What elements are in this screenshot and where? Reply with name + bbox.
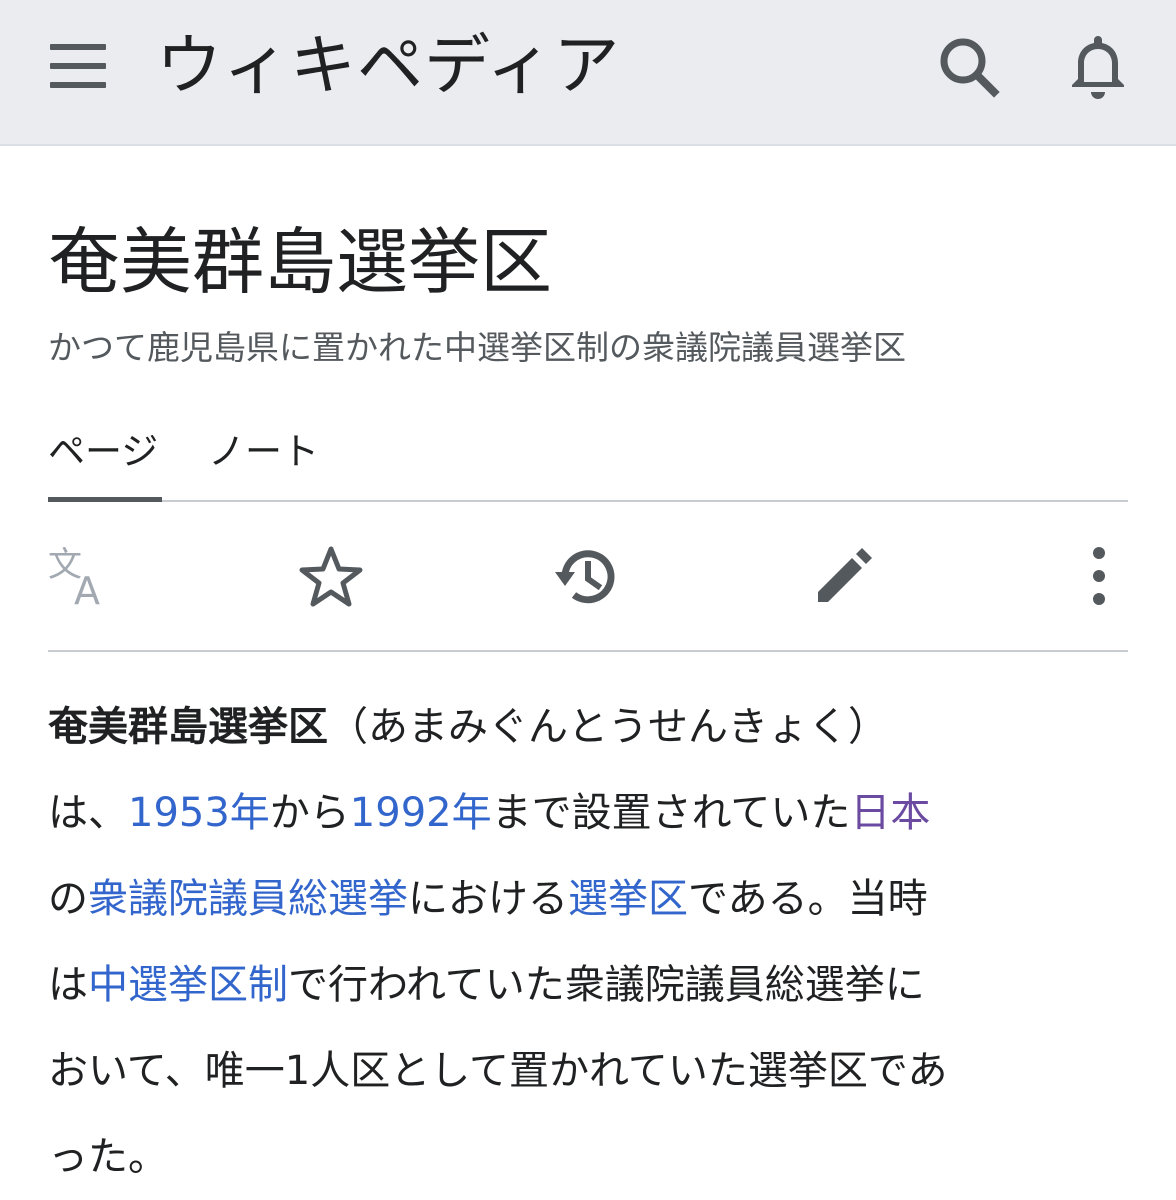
article-link[interactable]: 中選挙区制 xyxy=(88,962,288,1008)
page-description: かつて鹿児島県に置かれた中選挙区制の衆議院議員選挙区 xyxy=(48,328,906,367)
tab-talk[interactable]: ノート xyxy=(208,426,319,478)
paragraph-text: った。 xyxy=(48,1134,168,1180)
star-icon[interactable] xyxy=(296,542,366,612)
article-link[interactable]: 1992年 xyxy=(350,790,492,836)
more-vertical-icon[interactable] xyxy=(1064,542,1134,612)
paragraph-text: における xyxy=(408,876,568,922)
page-tabs: ページ ノート xyxy=(48,418,1128,502)
article-link[interactable]: 1953年 xyxy=(128,790,270,836)
bell-icon[interactable] xyxy=(1062,30,1134,102)
history-icon[interactable] xyxy=(552,542,622,612)
paragraph-line: おいて、唯一1人区として置かれていた選挙区であ xyxy=(48,1028,1128,1114)
page-actions-bar: 文 A xyxy=(48,502,1128,652)
article-lead-paragraph: 奄美群島選挙区（あまみぐんとうせんきょく） は、1953年から1992年まで設置さ… xyxy=(48,684,1128,1200)
page-title: 奄美群島選挙区 xyxy=(48,220,553,304)
paragraph-line: は中選挙区制で行われていた衆議院議員総選挙に xyxy=(48,942,1128,1028)
bold-term: 奄美群島選挙区 xyxy=(48,704,328,750)
wikipedia-wordmark[interactable]: ウィキペディア xyxy=(156,26,620,106)
article-link[interactable]: 衆議院議員総選挙 xyxy=(88,876,408,922)
paragraph-text: で行われていた衆議院議員総選挙に xyxy=(288,962,925,1008)
paragraph-text: は、 xyxy=(48,790,128,836)
article-link[interactable]: 日本 xyxy=(850,790,930,836)
edit-pencil-icon[interactable] xyxy=(808,542,878,612)
search-icon[interactable] xyxy=(932,30,1004,102)
paragraph-line: 奄美群島選挙区（あまみぐんとうせんきょく） xyxy=(48,684,1128,770)
paragraph-text: から xyxy=(269,790,350,836)
paragraph-text: （あまみぐんとうせんきょく） xyxy=(328,704,888,750)
hamburger-menu-icon[interactable] xyxy=(50,40,108,92)
language-icon[interactable]: 文 A xyxy=(48,542,118,613)
tab-page[interactable]: ページ xyxy=(48,426,158,478)
paragraph-text: おいて、唯一1人区として置かれていた選挙区であ xyxy=(48,1048,948,1094)
paragraph-text: の xyxy=(48,876,88,922)
paragraph-line: の衆議院議員総選挙における選挙区である。当時 xyxy=(48,856,1128,942)
paragraph-line: った。 xyxy=(48,1114,1128,1200)
svg-text:A: A xyxy=(74,569,100,612)
article-link[interactable]: 選挙区 xyxy=(568,876,688,922)
paragraph-text: である。当時 xyxy=(688,876,928,922)
paragraph-text: は xyxy=(48,962,88,1008)
paragraph-line: は、1953年から1992年まで設置されていた日本 xyxy=(48,770,1128,856)
header-bar: ウィキペディア xyxy=(0,0,1176,146)
paragraph-text: まで設置されていた xyxy=(491,790,851,836)
